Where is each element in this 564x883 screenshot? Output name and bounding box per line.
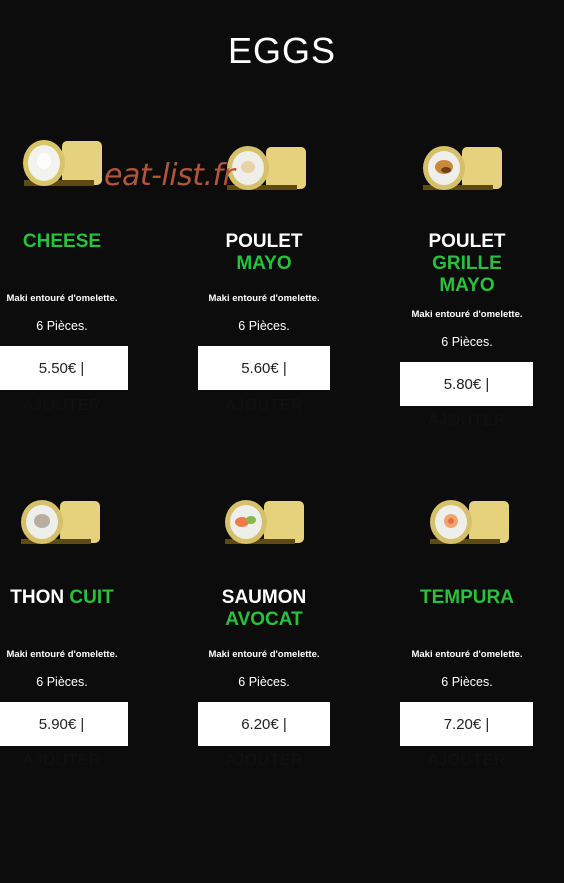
item-description: Maki entouré d'omelette. <box>208 293 320 304</box>
add-button[interactable]: AJOUTER <box>194 752 334 770</box>
add-button[interactable]: AJOUTER <box>194 397 334 415</box>
add-button[interactable]: AJOUTER <box>397 752 537 770</box>
item-description: Maki entouré d'omelette. <box>208 649 320 660</box>
price-button[interactable]: 5.90€ | <box>0 702 128 746</box>
cheese-maki-icon[interactable] <box>20 136 110 196</box>
item-pieces: 6 Pièces. <box>441 675 493 689</box>
item-name-green: CHEESE <box>22 231 102 252</box>
item-description: Maki entouré d'omelette. <box>6 293 118 304</box>
item-name-green: AVOCAT <box>225 609 303 630</box>
tempura-maki-icon[interactable] <box>425 494 515 554</box>
add-button[interactable]: AJOUTER <box>0 752 132 770</box>
item-pieces: 6 Pièces. <box>441 335 493 349</box>
watermark-text: eat-list.fr <box>104 158 235 193</box>
item-name-white: THON <box>10 587 65 608</box>
add-button[interactable]: AJOUTER <box>0 397 132 415</box>
item-pieces: 6 Pièces. <box>238 319 290 333</box>
item-name-green: TEMPURA <box>420 587 514 608</box>
add-button[interactable]: AJOUTER <box>397 412 537 430</box>
item-name-white: POULET <box>225 231 303 252</box>
tuna-maki-icon[interactable] <box>16 494 106 554</box>
item-pieces: 6 Pièces. <box>238 675 290 689</box>
grilled-chicken-maki-icon[interactable] <box>418 140 508 200</box>
price-button[interactable]: 5.60€ | <box>198 346 330 390</box>
item-name-green: GRILLE <box>432 253 502 274</box>
item-name-white: SAUMON <box>221 587 307 608</box>
item-description: Maki entouré d'omelette. <box>6 649 118 660</box>
chicken-mayo-maki-icon[interactable] <box>222 140 312 200</box>
item-description: Maki entouré d'omelette. <box>411 309 523 320</box>
item-pieces: 6 Pièces. <box>36 319 88 333</box>
item-pieces: 6 Pièces. <box>36 675 88 689</box>
price-button[interactable]: 5.50€ | <box>0 346 128 390</box>
item-name-green: CUIT <box>69 587 114 608</box>
item-name-green-2: MAYO <box>439 275 495 296</box>
item-name-white: POULET <box>428 231 506 252</box>
price-button[interactable]: 6.20€ | <box>198 702 330 746</box>
price-button[interactable]: 7.20€ | <box>400 702 533 746</box>
page-title: EGGS <box>227 30 337 71</box>
item-description: Maki entouré d'omelette. <box>411 649 523 660</box>
salmon-avocado-maki-icon[interactable] <box>220 494 310 554</box>
price-button[interactable]: 5.80€ | <box>400 362 533 406</box>
item-name-green: MAYO <box>236 253 292 274</box>
